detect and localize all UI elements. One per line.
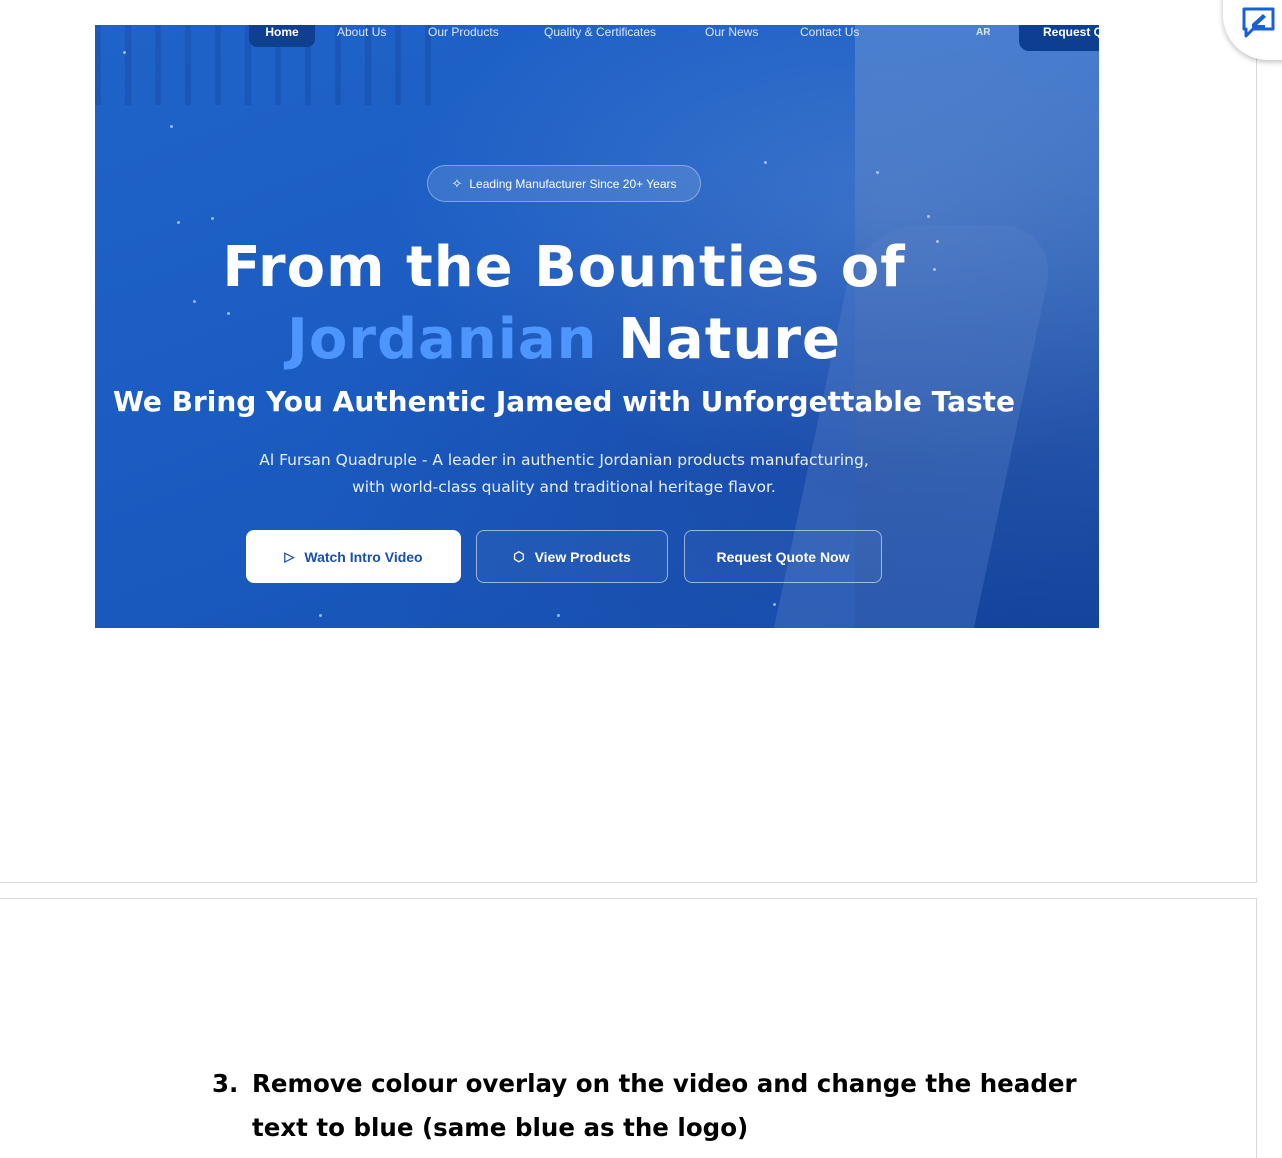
hero-badge: ✧ Leading Manufacturer Since 20+ Years — [427, 165, 701, 202]
hero-title-accent: Jordanian — [287, 307, 598, 372]
view-products-label: View Products — [534, 548, 631, 565]
hero-title-rest: Nature — [618, 307, 841, 372]
request-quote-now-button[interactable]: Request Quote Now — [684, 530, 882, 583]
particle-dot — [123, 51, 126, 54]
particle-dot — [773, 603, 776, 606]
nav-about[interactable]: About Us — [337, 25, 386, 49]
site-nav: Home About Us Our Products Quality & Cer… — [95, 25, 1099, 51]
particle-dot — [319, 614, 322, 617]
particle-dot — [557, 614, 560, 617]
particle-dot — [876, 171, 879, 174]
play-icon: ▷ — [284, 548, 295, 564]
view-products-button[interactable]: ⬡ View Products — [476, 530, 668, 583]
list-item-number: 3. — [212, 1069, 239, 1098]
nav-request-quote-button[interactable]: Request Q — [1019, 25, 1099, 51]
nav-contact[interactable]: Contact Us — [800, 25, 859, 49]
particle-dot — [764, 161, 767, 164]
hero-description: Al Fursan Quadruple - A leader in authen… — [95, 447, 1033, 501]
request-quote-now-label: Request Quote Now — [716, 548, 850, 565]
hero-subtitle: We Bring You Authentic Jameed with Unfor… — [112, 385, 1016, 418]
nav-home[interactable]: Home — [249, 25, 315, 47]
particle-dot — [193, 300, 196, 303]
hero-title-line1: From the Bounties of — [222, 235, 906, 300]
hero-title-line2: Jordanian Nature — [95, 307, 1033, 372]
particle-dot — [927, 215, 930, 218]
hero-description-line1: Al Fursan Quadruple - A leader in authen… — [259, 451, 869, 469]
particle-dot — [177, 221, 180, 224]
nav-products[interactable]: Our Products — [428, 25, 499, 49]
particle-dot — [211, 217, 214, 220]
particle-dot — [170, 125, 173, 128]
box-icon: ⬡ — [513, 548, 525, 564]
add-comment-icon[interactable] — [1241, 6, 1276, 39]
nav-news[interactable]: Our News — [705, 25, 758, 49]
watch-intro-video-label: Watch Intro Video — [304, 548, 423, 565]
website-screenshot: Home About Us Our Products Quality & Cer… — [95, 25, 1099, 628]
sparkle-icon: ✧ — [451, 175, 463, 191]
watch-intro-video-button[interactable]: ▷ Watch Intro Video — [246, 530, 461, 583]
language-switch[interactable]: AR — [976, 26, 990, 50]
nav-quality[interactable]: Quality & Certificates — [544, 25, 656, 49]
hero-description-line2: with world-class quality and traditional… — [352, 478, 776, 496]
hero-badge-label: Leading Manufacturer Since 20+ Years — [469, 176, 677, 191]
list-item-text: Remove colour overlay on the video and c… — [252, 1069, 1077, 1142]
